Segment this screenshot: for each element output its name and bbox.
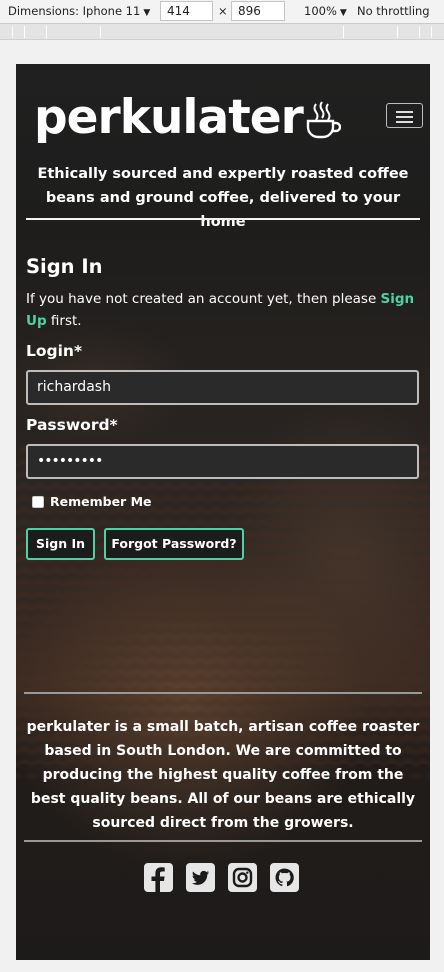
forgot-password-button[interactable]: Forgot Password? xyxy=(104,528,244,560)
coffee-cup-icon xyxy=(306,101,341,139)
login-input[interactable]: richardash xyxy=(26,370,419,405)
devtools-toolbar: Dimensions: Iphone 11 ▼ 414 × 896 100% ▼ N… xyxy=(0,0,444,24)
note-suffix: first. xyxy=(46,313,82,329)
media-query-ruler xyxy=(0,24,444,40)
device-select[interactable]: Dimensions: Iphone 11 ▼ xyxy=(8,4,150,18)
remember-checkbox[interactable] xyxy=(32,495,44,508)
twitter-icon[interactable] xyxy=(186,863,215,892)
throttle-select[interactable]: No throttling xyxy=(357,4,430,18)
signup-note: If you have not created an account yet, … xyxy=(26,288,422,332)
device-viewport: perkulater Ethically sourced and expertl… xyxy=(16,64,430,960)
footer-divider xyxy=(24,692,422,694)
dropdown-arrow-icon: ▼ xyxy=(339,8,347,18)
facebook-icon[interactable] xyxy=(144,863,173,892)
hamburger-icon xyxy=(396,111,413,113)
github-icon[interactable] xyxy=(270,863,299,892)
ruler-segment xyxy=(100,26,344,38)
login-label: Login* xyxy=(26,342,83,360)
note-prefix: If you have not created an account yet, … xyxy=(26,291,381,307)
zoom-select[interactable]: 100% ▼ xyxy=(304,4,347,18)
hamburger-icon xyxy=(396,121,413,123)
dropdown-arrow-icon: ▼ xyxy=(143,8,151,18)
logo-text: perkulater xyxy=(34,90,304,145)
remember-me[interactable]: Remember Me xyxy=(32,494,152,509)
instagram-icon[interactable] xyxy=(228,863,257,892)
header-divider xyxy=(26,218,420,220)
tagline: Ethically sourced and expertly roasted c… xyxy=(37,166,409,230)
sign-in-button[interactable]: Sign In xyxy=(26,528,95,560)
times-sign: × xyxy=(218,4,228,18)
password-input[interactable]: ••••••••• xyxy=(26,444,419,479)
hamburger-icon xyxy=(396,116,413,118)
site-logo[interactable]: perkulater xyxy=(34,90,341,146)
password-label: Password* xyxy=(26,416,118,434)
width-input[interactable]: 414 xyxy=(160,1,213,21)
social-links xyxy=(144,863,299,892)
footer-divider xyxy=(24,840,422,842)
about-text: perkulater is a small batch, artisan cof… xyxy=(26,719,420,831)
height-input[interactable]: 896 xyxy=(231,1,285,21)
remember-label: Remember Me xyxy=(50,494,152,509)
throttle-label: No throttling xyxy=(357,4,430,18)
page-title: Sign In xyxy=(26,255,103,278)
menu-toggle-button[interactable] xyxy=(386,103,423,128)
device-label: Dimensions: Iphone 11 xyxy=(8,4,141,18)
zoom-label: 100% xyxy=(304,4,337,18)
